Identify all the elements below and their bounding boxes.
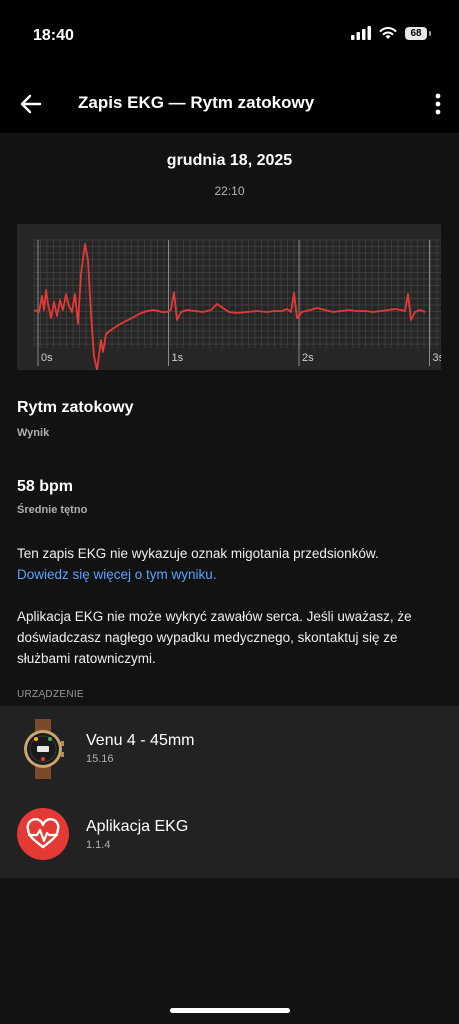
record-date: grudnia 18, 2025 xyxy=(166,152,293,169)
device-item-ekg-app[interactable]: Aplikacja EKG 1.1.4 xyxy=(0,792,459,878)
app-bar: Zapis EKG — Rytm zatokowy xyxy=(0,75,459,133)
info-text: Ten zapis EKG nie wykazuje oznak migotan… xyxy=(17,546,379,561)
x-tick-label: 2s xyxy=(302,352,314,364)
status-icons: 68 xyxy=(351,26,431,40)
home-indicator[interactable] xyxy=(170,1008,290,1013)
info-paragraph: Ten zapis EKG nie wykazuje oznak migotan… xyxy=(17,543,442,585)
heart-rate-value: 58 bpm xyxy=(17,478,74,495)
x-tick-label: 1s xyxy=(172,352,184,364)
ekg-app-heart-icon xyxy=(17,808,69,860)
device-section-label: URZĄDZENIE xyxy=(17,689,84,700)
page-title: Zapis EKG — Rytm zatokowy xyxy=(78,93,315,112)
x-tick-label: 0s xyxy=(41,352,53,364)
device-name: Aplikacja EKG xyxy=(86,818,189,835)
status-bar: 18:40 68 xyxy=(0,0,459,75)
back-arrow-icon[interactable] xyxy=(18,91,44,117)
device-version: 1.1.4 xyxy=(86,839,111,851)
result-value: Rytm zatokowy xyxy=(17,399,134,416)
battery-level: 68 xyxy=(410,27,422,39)
status-time: 18:40 xyxy=(33,27,74,44)
warning-text: Aplikacja EKG nie może wykryć zawałów se… xyxy=(17,609,412,666)
learn-more-link[interactable]: Dowiedz się więcej o tym wyniku. xyxy=(17,567,217,582)
battery-icon: 68 xyxy=(405,26,431,40)
more-options-icon[interactable] xyxy=(431,91,445,117)
signal-icon xyxy=(351,26,371,40)
device-list: Venu 4 - 45mm 15.16 Aplikacja EKG 1.1.4 xyxy=(0,706,459,878)
x-tick-label: 3s xyxy=(433,352,442,364)
ekg-chart-svg: 0s 1s 2s 3s xyxy=(33,239,445,371)
result-label: Wynik xyxy=(17,427,50,439)
heart-rate-label: Średnie tętno xyxy=(17,504,88,516)
device-version: 15.16 xyxy=(86,753,114,765)
watch-icon xyxy=(24,719,64,779)
device-item-watch[interactable]: Venu 4 - 45mm 15.16 xyxy=(0,706,459,792)
record-time: 22:10 xyxy=(214,184,245,198)
ekg-chart: 0s 1s 2s 3s xyxy=(17,224,445,371)
wifi-icon xyxy=(379,27,397,39)
device-name: Venu 4 - 45mm xyxy=(86,732,195,749)
